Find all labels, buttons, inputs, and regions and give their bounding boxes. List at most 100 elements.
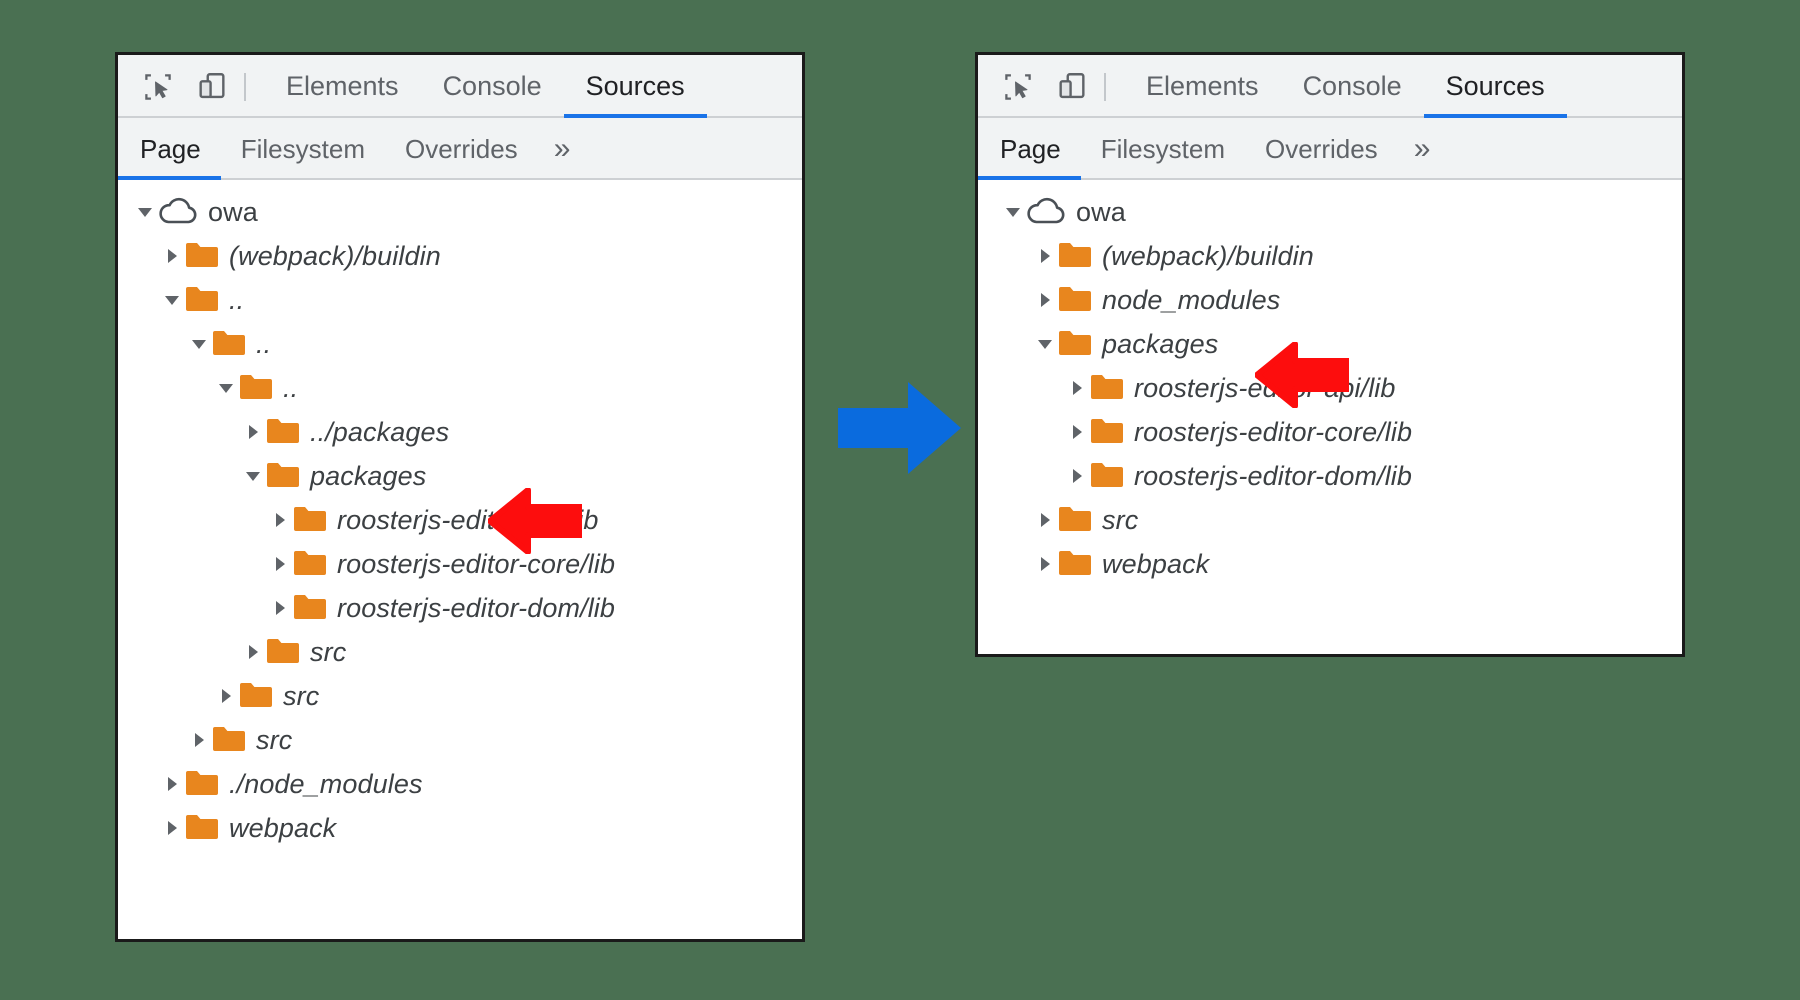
tree-item-[interactable]: .. bbox=[118, 322, 802, 366]
tree-item-[interactable]: .. bbox=[118, 366, 802, 410]
toolbar-divider bbox=[1104, 73, 1106, 101]
tree-item-label: roosterjs-editor-core/lib bbox=[1134, 417, 1412, 448]
tree-item-packages[interactable]: packages bbox=[978, 322, 1682, 366]
devtools-panel-before: Elements Console Sources Page Filesystem… bbox=[115, 52, 805, 942]
tree-item-roosterjs-editor-api-lib[interactable]: roosterjs-editor-api/lib bbox=[118, 498, 802, 542]
cloud-icon bbox=[1026, 197, 1066, 227]
device-toolbar-icon[interactable] bbox=[1054, 69, 1090, 105]
tree-item-label: owa bbox=[208, 197, 258, 228]
triangle-right-icon[interactable] bbox=[1032, 510, 1058, 530]
tree-item-label: packages bbox=[310, 461, 426, 492]
tree-item-roosterjs-editor-dom-lib[interactable]: roosterjs-editor-dom/lib bbox=[118, 586, 802, 630]
tree-item-label: .. bbox=[256, 329, 271, 360]
tree-item-label: roosterjs-editor-dom/lib bbox=[337, 593, 615, 624]
tree-item-roosterjs-editor-dom-lib[interactable]: roosterjs-editor-dom/lib bbox=[978, 454, 1682, 498]
subtab-overrides[interactable]: Overrides bbox=[1245, 118, 1398, 180]
tree-item-owa[interactable]: owa bbox=[118, 190, 802, 234]
tree-item-src[interactable]: src bbox=[978, 498, 1682, 542]
tab-console[interactable]: Console bbox=[421, 55, 564, 118]
triangle-down-icon[interactable] bbox=[213, 378, 239, 398]
inspect-element-icon[interactable] bbox=[140, 69, 176, 105]
triangle-right-icon[interactable] bbox=[267, 554, 293, 574]
triangle-right-icon[interactable] bbox=[1064, 422, 1090, 442]
tree-item-label: roosterjs-editor-api/lib bbox=[1134, 373, 1396, 404]
tree-item-label: src bbox=[1102, 505, 1138, 536]
folder-icon bbox=[293, 505, 327, 535]
folder-icon bbox=[266, 461, 300, 491]
triangle-right-icon[interactable] bbox=[1064, 378, 1090, 398]
tree-item-label: webpack bbox=[1102, 549, 1209, 580]
subtab-page[interactable]: Page bbox=[118, 118, 221, 180]
tree-item-label: roosterjs-editor-core/lib bbox=[337, 549, 615, 580]
tree-item-src[interactable]: src bbox=[118, 630, 802, 674]
triangle-down-icon[interactable] bbox=[159, 290, 185, 310]
tree-item-webpack-buildin[interactable]: (webpack)/buildin bbox=[978, 234, 1682, 278]
tree-item-packages[interactable]: packages bbox=[118, 454, 802, 498]
triangle-down-icon[interactable] bbox=[1032, 334, 1058, 354]
triangle-right-icon[interactable] bbox=[240, 642, 266, 662]
folder-icon bbox=[185, 813, 219, 843]
triangle-down-icon[interactable] bbox=[186, 334, 212, 354]
triangle-right-icon[interactable] bbox=[267, 510, 293, 530]
tree-item-webpack[interactable]: webpack bbox=[118, 806, 802, 850]
tree-item-node-modules[interactable]: node_modules bbox=[978, 278, 1682, 322]
triangle-down-icon[interactable] bbox=[240, 466, 266, 486]
tree-item-src[interactable]: src bbox=[118, 674, 802, 718]
tree-item-roosterjs-editor-api-lib[interactable]: roosterjs-editor-api/lib bbox=[978, 366, 1682, 410]
triangle-right-icon[interactable] bbox=[159, 818, 185, 838]
file-tree-before[interactable]: owa (webpack)/buildin...... ../packages pac… bbox=[118, 180, 802, 939]
triangle-right-icon[interactable] bbox=[213, 686, 239, 706]
subtab-filesystem[interactable]: Filesystem bbox=[1081, 118, 1245, 180]
tree-item-owa[interactable]: owa bbox=[978, 190, 1682, 234]
file-tree-after[interactable]: owa (webpack)/buildinnode_modulespackages… bbox=[978, 180, 1682, 654]
triangle-right-icon[interactable] bbox=[1032, 554, 1058, 574]
subtab-overrides[interactable]: Overrides bbox=[385, 118, 538, 180]
tree-item-webpack-buildin[interactable]: (webpack)/buildin bbox=[118, 234, 802, 278]
subtab-page[interactable]: Page bbox=[978, 118, 1081, 180]
folder-icon bbox=[239, 373, 273, 403]
tree-item-label: roosterjs-editor-api/lib bbox=[337, 505, 599, 536]
triangle-right-icon[interactable] bbox=[159, 246, 185, 266]
triangle-right-icon[interactable] bbox=[267, 598, 293, 618]
tree-item-webpack[interactable]: webpack bbox=[978, 542, 1682, 586]
subtab-more-chevron-icon[interactable]: » bbox=[538, 118, 587, 180]
tree-item-roosterjs-editor-core-lib[interactable]: roosterjs-editor-core/lib bbox=[118, 542, 802, 586]
triangle-right-icon[interactable] bbox=[240, 422, 266, 442]
triangle-down-icon[interactable] bbox=[1000, 202, 1026, 222]
triangle-down-icon[interactable] bbox=[132, 202, 158, 222]
folder-icon bbox=[1058, 285, 1092, 315]
triangle-right-icon[interactable] bbox=[186, 730, 212, 750]
tree-item-packages[interactable]: ../packages bbox=[118, 410, 802, 454]
tree-item-label: .. bbox=[283, 373, 298, 404]
devtools-toolbar: Elements Console Sources bbox=[118, 55, 802, 118]
device-toolbar-icon[interactable] bbox=[194, 69, 230, 105]
triangle-right-icon[interactable] bbox=[159, 774, 185, 794]
folder-icon bbox=[1090, 373, 1124, 403]
tree-item-label: src bbox=[283, 681, 319, 712]
triangle-right-icon[interactable] bbox=[1064, 466, 1090, 486]
tree-item-node-modules[interactable]: ./node_modules bbox=[118, 762, 802, 806]
tree-item-[interactable]: .. bbox=[118, 278, 802, 322]
tab-console[interactable]: Console bbox=[1281, 55, 1424, 118]
cloud-icon bbox=[158, 197, 198, 227]
tab-elements[interactable]: Elements bbox=[1124, 55, 1281, 118]
triangle-right-icon[interactable] bbox=[1032, 246, 1058, 266]
subtab-more-chevron-icon[interactable]: » bbox=[1398, 118, 1447, 180]
inspect-element-icon[interactable] bbox=[1000, 69, 1036, 105]
tree-item-roosterjs-editor-core-lib[interactable]: roosterjs-editor-core/lib bbox=[978, 410, 1682, 454]
folder-icon bbox=[212, 725, 246, 755]
triangle-right-icon[interactable] bbox=[1032, 290, 1058, 310]
devtools-toolbar: Elements Console Sources bbox=[978, 55, 1682, 118]
tree-item-label: ../packages bbox=[310, 417, 449, 448]
tab-sources[interactable]: Sources bbox=[1424, 55, 1567, 118]
folder-icon bbox=[185, 769, 219, 799]
folder-icon bbox=[239, 681, 273, 711]
tab-elements[interactable]: Elements bbox=[264, 55, 421, 118]
tree-item-src[interactable]: src bbox=[118, 718, 802, 762]
tree-item-label: (webpack)/buildin bbox=[229, 241, 441, 272]
tab-sources[interactable]: Sources bbox=[564, 55, 707, 118]
sources-navigator-tabs: Page Filesystem Overrides » bbox=[118, 118, 802, 180]
folder-icon bbox=[266, 417, 300, 447]
tree-item-label: owa bbox=[1076, 197, 1126, 228]
subtab-filesystem[interactable]: Filesystem bbox=[221, 118, 385, 180]
